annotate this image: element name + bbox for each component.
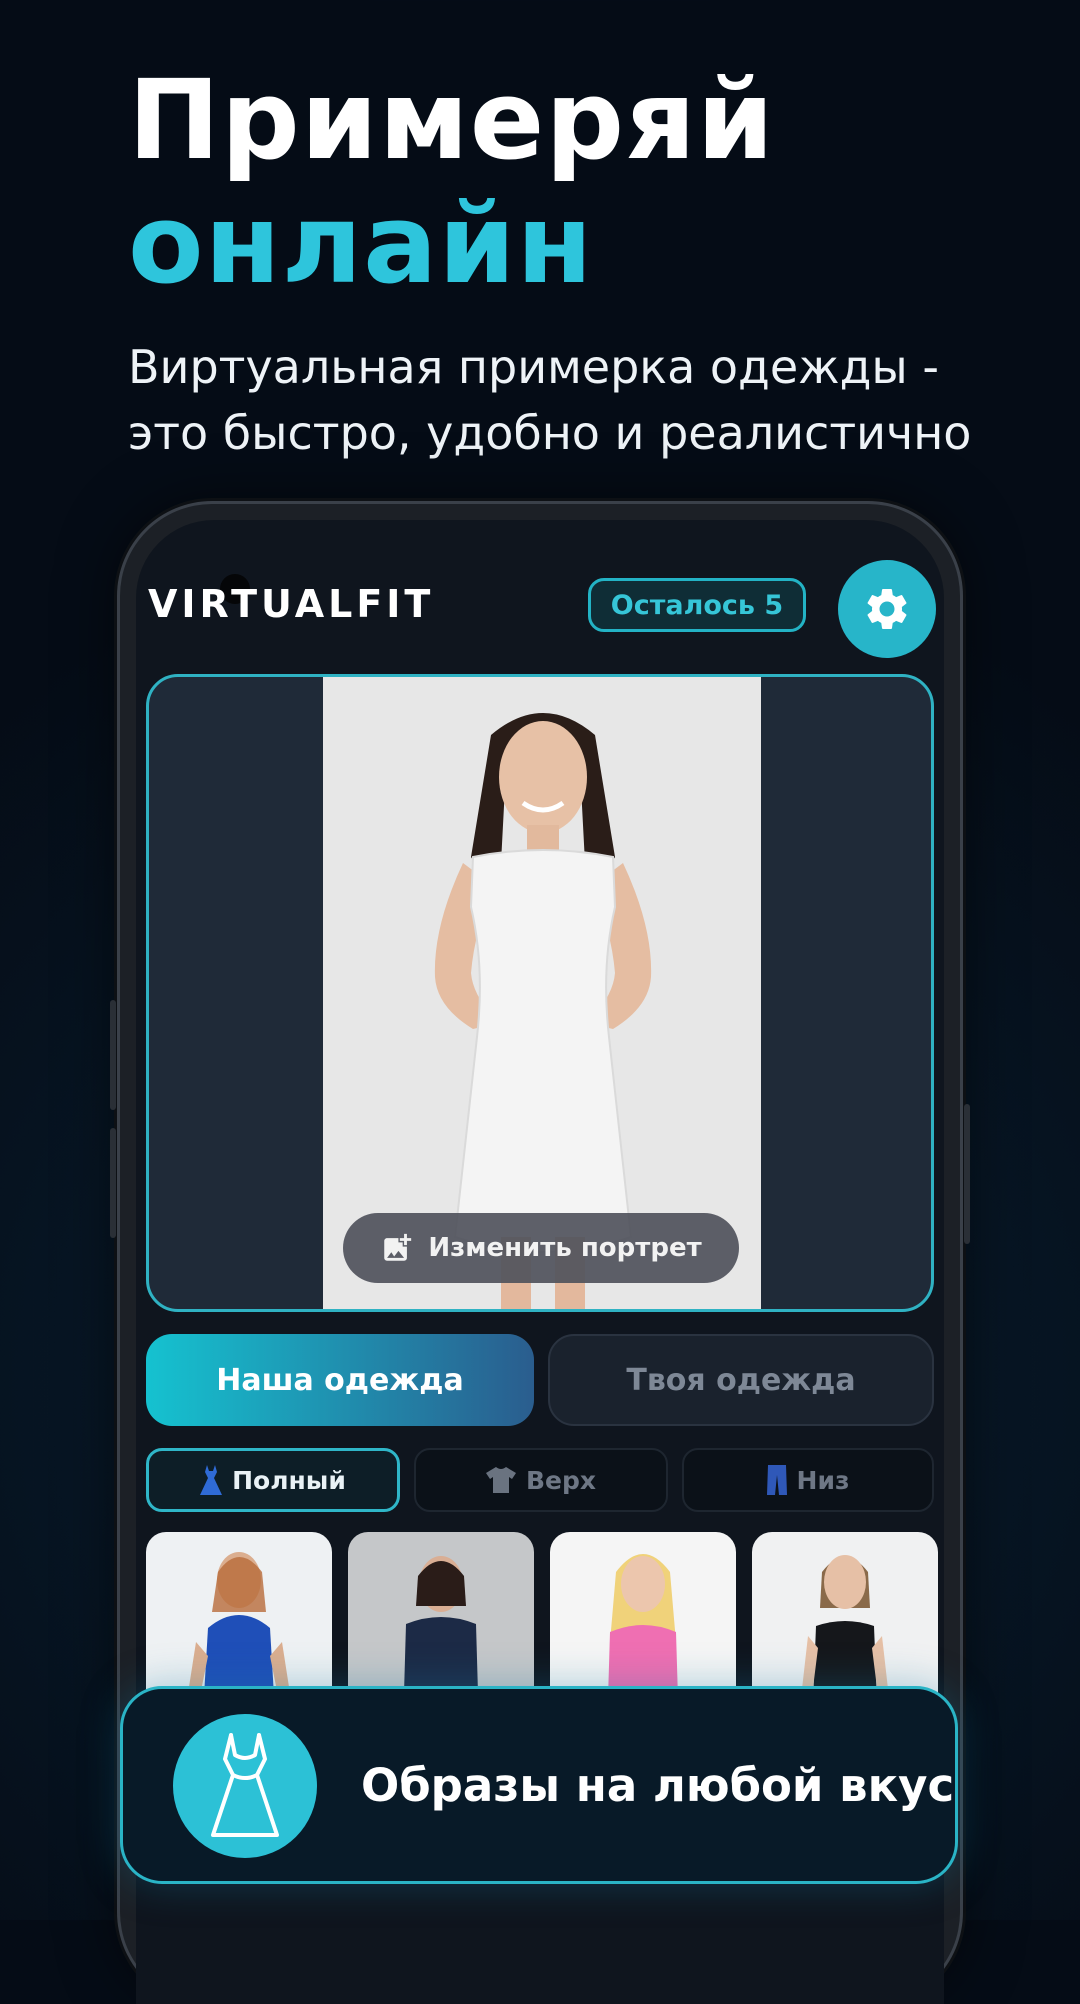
add-photo-icon [384,1233,412,1261]
category-bottom[interactable]: Низ [682,1448,934,1512]
category-label: Низ [796,1465,850,1495]
phone-side-button [110,1128,116,1238]
tshirt-icon [485,1467,516,1493]
headline-line-1: Примеряй [128,56,775,184]
dress-icon [211,1733,279,1837]
change-portrait-label: Изменить портрет [428,1233,702,1263]
category-top[interactable]: Верх [414,1448,668,1512]
app-logo: VIRTUALFIT [148,582,435,626]
change-portrait-button[interactable]: Изменить портрет [343,1213,739,1283]
promo-headline: Примеряй онлайн [128,58,775,306]
banner-text: Образы на любой вкус [361,1758,955,1812]
phone-side-button [110,1000,116,1110]
dress-icon [200,1465,223,1495]
feature-banner: Образы на любой вкус [120,1686,958,1884]
settings-button[interactable] [838,560,936,658]
category-full[interactable]: Полный [146,1448,400,1512]
tab-our-clothes[interactable]: Наша одежда [146,1334,534,1426]
promo-subtitle: Виртуальная примерка одежды - это быстро… [128,340,972,460]
category-label: Верх [525,1465,597,1495]
gear-icon [867,589,907,629]
pants-icon [766,1465,787,1495]
portrait-frame: Изменить портрет [146,674,934,1312]
banner-icon-circle [173,1714,317,1858]
remaining-tries-badge[interactable]: Осталось 5 [588,578,806,632]
phone-side-button [964,1104,970,1244]
category-label: Полный [232,1465,346,1495]
tab-your-clothes[interactable]: Твоя одежда [548,1334,934,1426]
headline-line-2: онлайн [128,180,594,308]
